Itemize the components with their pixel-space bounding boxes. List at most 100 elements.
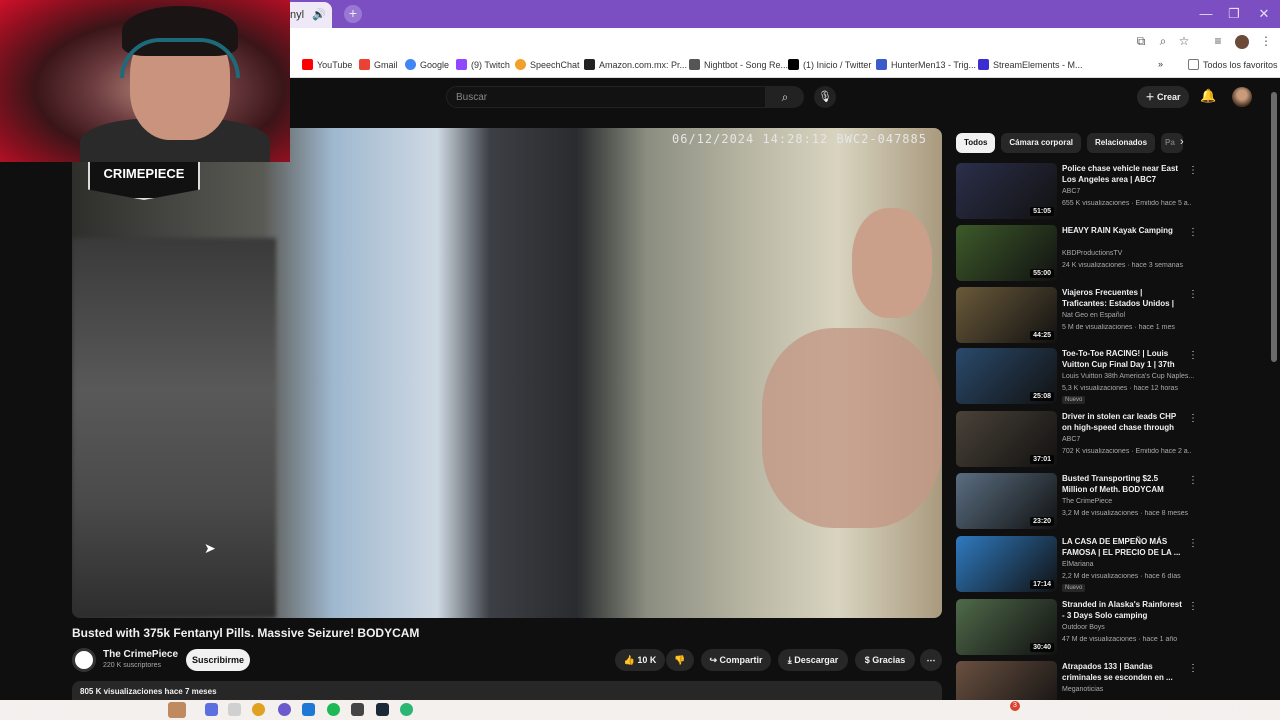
recommendation-item[interactable]: 55:00 HEAVY RAIN Kayak Camping KBDProducti… bbox=[956, 225, 1198, 283]
chip-relacionados[interactable]: Relacionados bbox=[1087, 133, 1156, 153]
page-scrollbar[interactable] bbox=[1271, 92, 1277, 362]
recommendation-channel[interactable]: The CrimePiece bbox=[1062, 498, 1112, 505]
speaker-icon[interactable]: 🔊 bbox=[312, 9, 326, 21]
chip-todos[interactable]: Todos bbox=[956, 133, 996, 153]
recommendation-item[interactable]: 25:08 Toe-To-Toe RACING! | Louis Vuitton … bbox=[956, 348, 1198, 406]
video-thumbnail[interactable]: 25:08 bbox=[956, 348, 1057, 404]
recommendation-channel[interactable]: KBDProductionsTV bbox=[1062, 250, 1122, 257]
close-window-icon[interactable]: ✕ bbox=[1254, 6, 1274, 22]
more-vertical-icon[interactable]: ⋮ bbox=[1188, 663, 1198, 674]
recommendation-item[interactable]: 17:14 LA CASA DE EMPEÑO MÁS FAMOSA | EL P… bbox=[956, 536, 1198, 594]
download-button[interactable]: ⤓ Descargar bbox=[778, 649, 848, 671]
more-vertical-icon[interactable]: ⋮ bbox=[1188, 538, 1198, 549]
maximize-icon[interactable]: ❐ bbox=[1224, 6, 1244, 22]
channel-avatar[interactable] bbox=[72, 648, 96, 672]
bookmark-nightbot[interactable]: Nightbot - Song Re... bbox=[689, 59, 788, 70]
notifications-bell-icon[interactable]: 🔔 bbox=[1200, 88, 1216, 104]
recommendation-title[interactable]: Driver in stolen car leads CHP on high-s… bbox=[1062, 411, 1182, 434]
bookmark-youtube[interactable]: YouTube bbox=[302, 59, 352, 70]
more-vertical-icon[interactable]: ⋮ bbox=[1188, 601, 1198, 612]
video-thumbnail[interactable]: 17:14 bbox=[956, 536, 1057, 592]
chip-camara-corporal[interactable]: Cámara corporal bbox=[1001, 133, 1081, 153]
bookmark-speechchat[interactable]: SpeechChat bbox=[515, 59, 580, 70]
recommendation-channel[interactable]: Nat Geo en Español bbox=[1062, 312, 1125, 319]
dislike-button[interactable]: 👎 bbox=[666, 649, 694, 671]
settings-icon[interactable] bbox=[351, 703, 364, 716]
taskbar-search[interactable]: ⌕ Buscar bbox=[33, 702, 69, 713]
recommendation-title[interactable]: Police chase vehicle near East Los Angel… bbox=[1062, 163, 1182, 185]
recommendation-title[interactable]: Toe-To-Toe RACING! | Louis Vuitton Cup F… bbox=[1062, 348, 1182, 371]
recommendation-item[interactable]: 30:40 Stranded in Alaska's Rainforest - 3… bbox=[956, 599, 1198, 657]
recommendation-item[interactable]: 23:20 Busted Transporting $2.5 Million of… bbox=[956, 473, 1198, 531]
recommendation-title[interactable]: Atrapados 133 | Bandas criminales se esc… bbox=[1062, 661, 1182, 683]
more-vertical-icon[interactable]: ⋮ bbox=[1188, 475, 1198, 486]
video-thumbnail[interactable]: 37:01 bbox=[956, 411, 1057, 467]
recommendation-title[interactable]: Busted Transporting $2.5 Million of Meth… bbox=[1062, 473, 1182, 495]
new-tab-button[interactable]: + bbox=[344, 5, 362, 23]
more-vertical-icon[interactable]: ⋮ bbox=[1188, 413, 1198, 424]
like-button[interactable]: 👍 10 K bbox=[615, 649, 665, 671]
recommendation-channel[interactable]: Outdoor Boys bbox=[1062, 624, 1105, 631]
mic-button[interactable]: 🎙 bbox=[814, 86, 836, 108]
video-thumbnail[interactable]: 51:05 bbox=[956, 163, 1057, 219]
video-thumbnail[interactable]: 23:20 bbox=[956, 473, 1057, 529]
recommendation-channel[interactable]: ABC7 bbox=[1062, 436, 1080, 443]
media-icon[interactable]: ≡ bbox=[1210, 34, 1226, 48]
windows-start-icon[interactable]: ⊞ bbox=[8, 702, 17, 715]
system-tray-icons[interactable]: ⌃▣◫☁⊟♫◐ bbox=[1108, 702, 1189, 713]
edge-icon[interactable] bbox=[302, 703, 315, 716]
recommendation-item[interactable]: 37:01 Driver in stolen car leads CHP on h… bbox=[956, 411, 1198, 469]
bookmark-huntermen[interactable]: HunterMen13 - Trig... bbox=[876, 59, 976, 70]
recommendation-channel[interactable]: ABC7 bbox=[1062, 188, 1080, 195]
recommendation-title[interactable]: HEAVY RAIN Kayak Camping bbox=[1062, 225, 1182, 236]
profile-icon[interactable] bbox=[1235, 35, 1249, 49]
video-thumbnail[interactable]: 30:40 bbox=[956, 599, 1057, 655]
bookmark-all[interactable]: Todos los favoritos bbox=[1188, 59, 1278, 70]
steam-icon[interactable] bbox=[376, 703, 389, 716]
star-icon[interactable]: ☆ bbox=[1176, 34, 1192, 48]
obs-icon[interactable] bbox=[278, 703, 291, 716]
recommendation-item[interactable]: 44:25 Viajeros Frecuentes | Traficantes: … bbox=[956, 287, 1198, 345]
search-input[interactable]: Buscar bbox=[446, 86, 766, 108]
video-player[interactable]: 06/12/2024 14:28:12 BWC2-047885 CRIMEPIE… bbox=[72, 128, 942, 618]
recommendation-title[interactable]: Stranded in Alaska's Rainforest - 3 Days… bbox=[1062, 599, 1182, 621]
zoom-icon[interactable]: ⌕ bbox=[1155, 34, 1171, 49]
recommendation-item[interactable]: 51:05 Police chase vehicle near East Los … bbox=[956, 163, 1198, 221]
more-vertical-icon[interactable]: ⋮ bbox=[1188, 289, 1198, 300]
recommendation-channel[interactable]: Louis Vuitton 38th America's Cup Naples.… bbox=[1062, 373, 1194, 380]
more-vertical-icon[interactable]: ⋮ bbox=[1188, 165, 1198, 176]
bookmark-amazon[interactable]: Amazon.com.mx: Pr... bbox=[584, 59, 687, 70]
create-button[interactable]: ＋ Crear bbox=[1137, 86, 1189, 108]
recommendation-channel[interactable]: Meganoticias bbox=[1062, 686, 1103, 693]
bookmark-google[interactable]: Google bbox=[405, 59, 449, 70]
recommendation-title[interactable]: Viajeros Frecuentes | Traficantes: Estad… bbox=[1062, 287, 1182, 310]
spotify-icon[interactable] bbox=[327, 703, 340, 716]
more-vertical-icon[interactable]: ⋮ bbox=[1188, 350, 1198, 361]
bookmark-gmail[interactable]: Gmail bbox=[359, 59, 398, 70]
chevron-right-icon[interactable]: › bbox=[1180, 136, 1184, 148]
minimize-icon[interactable]: — bbox=[1196, 6, 1216, 21]
more-bookmarks-icon[interactable]: » bbox=[1158, 59, 1163, 69]
more-vertical-icon[interactable]: ⋮ bbox=[1188, 227, 1198, 238]
taskbar-widget-image[interactable] bbox=[168, 702, 186, 718]
bookmark-twitch[interactable]: (9) Twitch bbox=[456, 59, 510, 70]
share-button[interactable]: ↪ Compartir bbox=[701, 649, 771, 671]
chrome-icon[interactable] bbox=[252, 703, 265, 716]
thanks-button[interactable]: $ Gracias bbox=[855, 649, 915, 671]
recommendation-channel[interactable]: ElMariana bbox=[1062, 561, 1094, 568]
video-thumbnail[interactable]: 44:25 bbox=[956, 287, 1057, 343]
cast-icon[interactable]: ⧉ bbox=[1133, 34, 1149, 49]
weather-widget[interactable]: 26°C Despejado bbox=[1024, 702, 1090, 712]
search-button[interactable]: ⌕ bbox=[766, 86, 804, 108]
bookmark-twitter[interactable]: (1) Inicio / Twitter bbox=[788, 59, 871, 70]
file-explorer-icon[interactable] bbox=[228, 703, 241, 716]
menu-icon[interactable]: ⋮ bbox=[1258, 34, 1274, 48]
clock[interactable]: 12:23 a. m. bbox=[1203, 702, 1248, 712]
account-avatar[interactable] bbox=[1232, 87, 1252, 107]
notification-center-icon[interactable]: ▭ bbox=[1254, 702, 1263, 713]
bookmark-streamelements[interactable]: StreamElements - M... bbox=[978, 59, 1083, 70]
copilot-icon[interactable] bbox=[205, 703, 218, 716]
more-actions-button[interactable]: ⋯ bbox=[920, 649, 942, 671]
channel-name[interactable]: The CrimePiece bbox=[103, 649, 178, 660]
recommendation-title[interactable]: LA CASA DE EMPEÑO MÁS FAMOSA | EL PRECIO… bbox=[1062, 536, 1182, 558]
